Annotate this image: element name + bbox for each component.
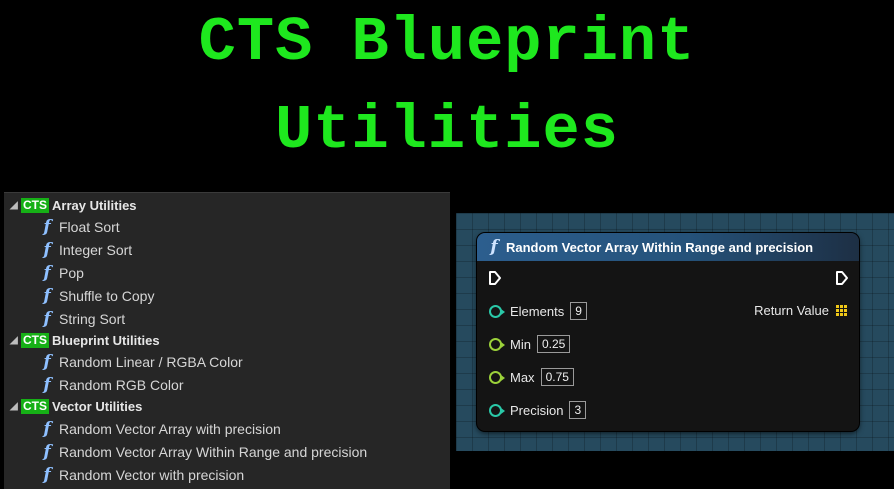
function-item-pop[interactable]: f Pop bbox=[38, 262, 84, 284]
function-item-random-rgb-color[interactable]: f Random RGB Color bbox=[38, 374, 184, 396]
node-title: Random Vector Array Within Range and pre… bbox=[506, 239, 814, 255]
function-label: Random Vector Array with precision bbox=[59, 421, 281, 437]
array-pin-icon[interactable] bbox=[836, 304, 847, 316]
function-icon: f bbox=[43, 286, 51, 306]
function-icon: f bbox=[43, 352, 51, 372]
category-label: Vector Utilities bbox=[52, 398, 143, 414]
min-value-field[interactable]: 0.25 bbox=[536, 335, 571, 353]
page-title-line-2: Utilities bbox=[275, 95, 619, 166]
pin-label: Min bbox=[510, 336, 531, 352]
function-icon: f bbox=[43, 309, 51, 329]
page-title-line-1: CTS Blueprint bbox=[198, 7, 696, 78]
collapse-triangle-icon[interactable]: ◢ bbox=[10, 401, 21, 412]
input-pin-precision[interactable]: Precision 3 bbox=[489, 399, 587, 421]
integer-pin-icon[interactable] bbox=[489, 304, 505, 318]
function-label: Random RGB Color bbox=[59, 377, 184, 393]
function-icon: f bbox=[43, 240, 51, 260]
precision-value-field[interactable]: 3 bbox=[569, 401, 587, 419]
function-item-string-sort[interactable]: f String Sort bbox=[38, 308, 125, 330]
function-item-shuffle-to-copy[interactable]: f Shuffle to Copy bbox=[38, 285, 154, 307]
function-icon: f bbox=[490, 237, 498, 257]
function-list-panel: ◢ CTS Array Utilities f Float Sort f Int… bbox=[4, 192, 450, 489]
input-pin-min[interactable]: Min 0.25 bbox=[489, 333, 571, 355]
collapse-triangle-icon[interactable]: ◢ bbox=[10, 335, 21, 346]
function-icon: f bbox=[43, 375, 51, 395]
category-vector-utilities[interactable]: ◢ CTS Vector Utilities bbox=[10, 396, 142, 416]
function-item-random-vector-with-precision[interactable]: f Random Vector with precision bbox=[38, 464, 244, 486]
function-icon: f bbox=[43, 263, 51, 283]
pin-label: Precision bbox=[510, 402, 564, 418]
blueprint-function-node[interactable]: f Random Vector Array Within Range and p… bbox=[477, 233, 859, 431]
category-label: Array Utilities bbox=[52, 197, 137, 213]
pin-label: Max bbox=[510, 369, 535, 385]
category-array-utilities[interactable]: ◢ CTS Array Utilities bbox=[10, 195, 137, 215]
function-label: Random Vector Array Within Range and pre… bbox=[59, 444, 368, 460]
cts-badge: CTS bbox=[21, 197, 49, 213]
node-header[interactable]: f Random Vector Array Within Range and p… bbox=[477, 233, 859, 261]
function-label: Random Vector with precision bbox=[59, 467, 245, 483]
output-pin-return-value[interactable]: Return Value bbox=[754, 299, 847, 321]
float-pin-icon[interactable] bbox=[489, 337, 505, 351]
function-icon: f bbox=[43, 419, 51, 439]
input-pin-elements[interactable]: Elements 9 bbox=[489, 300, 587, 322]
function-item-integer-sort[interactable]: f Integer Sort bbox=[38, 239, 132, 261]
float-pin-icon[interactable] bbox=[489, 370, 505, 384]
function-item-random-vector-array-within-range[interactable]: f Random Vector Array Within Range and p… bbox=[38, 441, 367, 463]
collapse-triangle-icon[interactable]: ◢ bbox=[10, 200, 21, 211]
pin-label: Return Value bbox=[754, 302, 829, 318]
max-value-field[interactable]: 0.75 bbox=[540, 368, 574, 386]
function-label: Float Sort bbox=[59, 219, 120, 235]
exec-input-pin-icon[interactable] bbox=[488, 270, 502, 286]
category-label: Blueprint Utilities bbox=[52, 332, 160, 348]
cts-badge: CTS bbox=[21, 398, 49, 414]
exec-output-pin-icon[interactable] bbox=[835, 270, 849, 286]
function-item-random-vector-array-with-precision[interactable]: f Random Vector Array with precision bbox=[38, 418, 281, 440]
input-pin-max[interactable]: Max 0.75 bbox=[489, 366, 574, 388]
function-icon: f bbox=[43, 217, 51, 237]
function-label: String Sort bbox=[59, 311, 126, 327]
elements-value-field[interactable]: 9 bbox=[570, 302, 587, 320]
function-label: Shuffle to Copy bbox=[59, 288, 155, 304]
integer-pin-icon[interactable] bbox=[489, 403, 505, 417]
function-label: Integer Sort bbox=[59, 242, 133, 258]
pin-label: Elements bbox=[510, 303, 565, 319]
function-icon: f bbox=[43, 442, 51, 462]
function-label: Pop bbox=[59, 265, 84, 281]
function-item-random-linear-rgba-color[interactable]: f Random Linear / RGBA Color bbox=[38, 351, 243, 373]
function-item-float-sort[interactable]: f Float Sort bbox=[38, 216, 120, 238]
category-blueprint-utilities[interactable]: ◢ CTS Blueprint Utilities bbox=[10, 330, 160, 350]
cts-badge: CTS bbox=[21, 332, 49, 348]
function-icon: f bbox=[43, 465, 51, 485]
function-label: Random Linear / RGBA Color bbox=[59, 354, 243, 370]
